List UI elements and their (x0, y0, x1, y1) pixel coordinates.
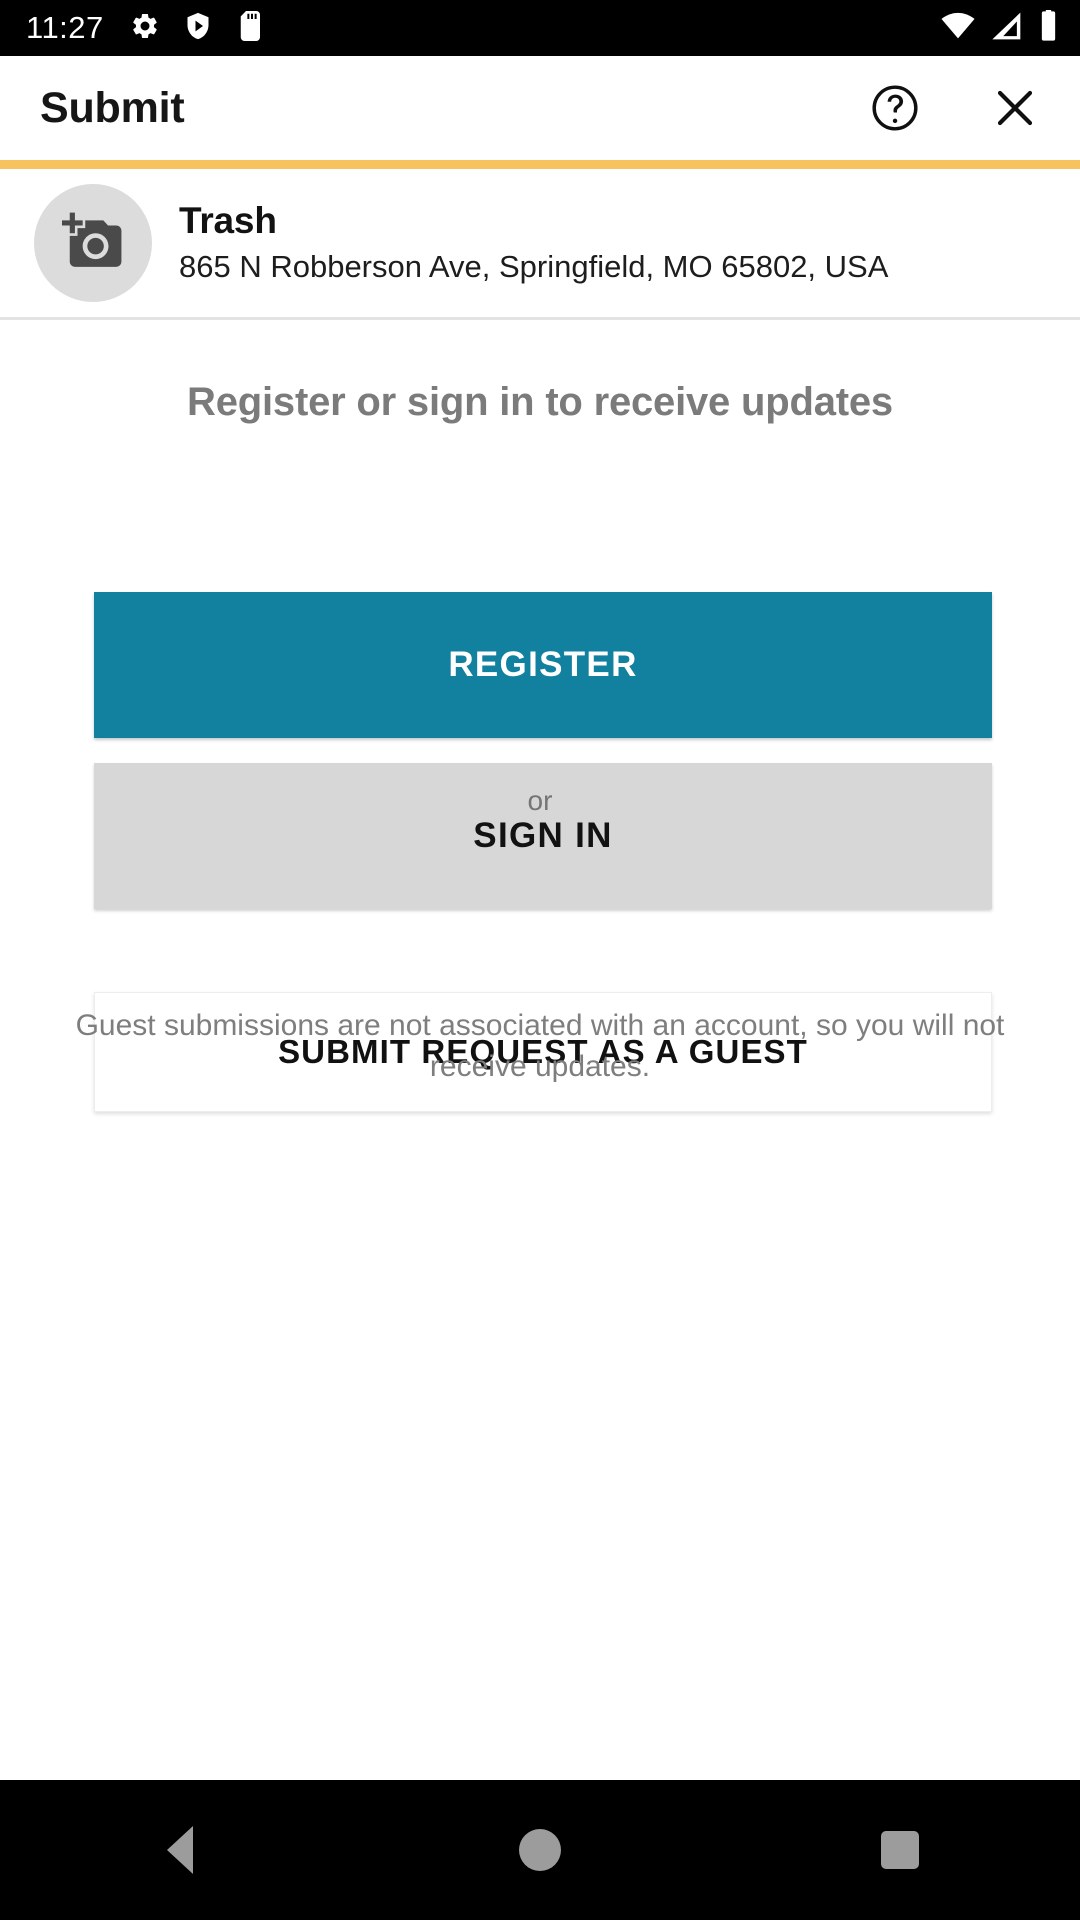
android-navigation-bar (0, 1780, 1080, 1920)
page-title: Submit (40, 83, 185, 132)
request-summary-card[interactable]: Trash 865 N Robberson Ave, Springfield, … (0, 169, 1080, 317)
photo-thumbnail-placeholder[interactable] (34, 184, 152, 302)
request-address: 865 N Robberson Ave, Springfield, MO 658… (179, 249, 889, 285)
phone-screen: 11:27 Submit Trash 865 N Robberson Ave, … (0, 0, 1080, 1920)
home-circle-glyph (519, 1829, 561, 1871)
sd-card-icon (236, 10, 263, 46)
cellular-signal-icon (991, 11, 1023, 46)
guest-disclaimer-text: Guest submissions are not associated wit… (75, 1009, 1005, 1083)
or-label: or (527, 785, 553, 816)
back-nav-icon[interactable] (0, 1780, 360, 1920)
status-bar-clock: 11:27 (26, 10, 104, 45)
auth-panel: Register or sign in to receive updates R… (0, 320, 1080, 1780)
app-bar: Submit (0, 56, 1080, 160)
auth-heading: Register or sign in to receive updates (187, 380, 893, 424)
play-protect-shield-icon (183, 11, 213, 46)
help-circle-icon[interactable] (866, 79, 924, 137)
accent-divider (0, 160, 1080, 169)
or-separator: or (0, 785, 1080, 817)
add-a-photo-icon (62, 210, 124, 277)
close-icon[interactable] (986, 79, 1044, 137)
battery-icon (1039, 9, 1058, 47)
home-nav-icon[interactable] (360, 1780, 720, 1920)
app-bar-actions (866, 79, 1044, 137)
request-details: Trash 865 N Robberson Ave, Springfield, … (179, 199, 888, 288)
status-bar-system-icons (941, 9, 1058, 47)
register-button[interactable]: REGISTER (94, 592, 992, 738)
request-category: Trash (179, 199, 277, 241)
status-bar: 11:27 (0, 0, 1080, 56)
status-bar-notification-icons (130, 10, 263, 46)
recents-nav-icon[interactable] (720, 1780, 1080, 1920)
recents-square-glyph (881, 1831, 919, 1869)
gear-icon (130, 11, 160, 46)
back-triangle-glyph (167, 1826, 193, 1874)
wifi-icon (941, 11, 975, 46)
